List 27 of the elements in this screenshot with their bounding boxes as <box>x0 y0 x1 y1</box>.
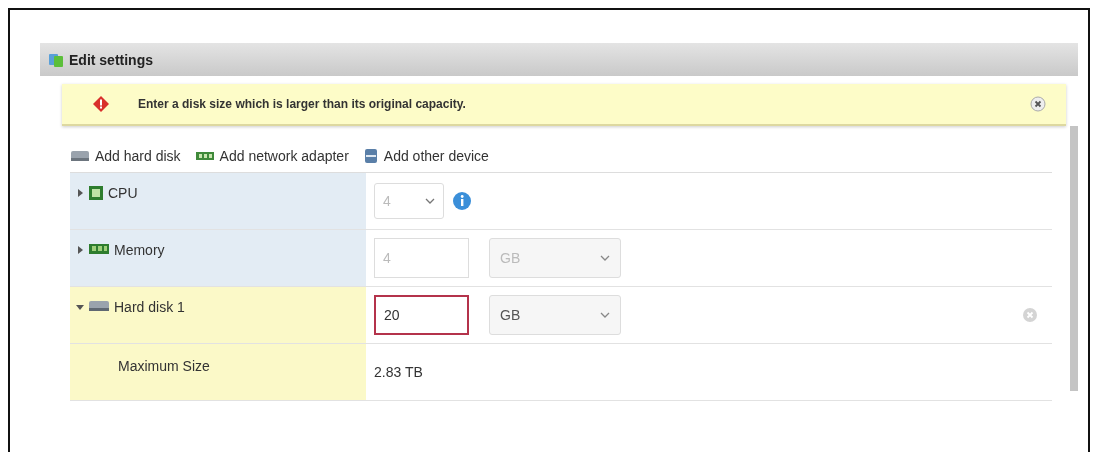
caret-icon[interactable] <box>76 189 84 197</box>
caret-icon[interactable] <box>76 303 84 311</box>
row-label: Memory <box>114 242 165 258</box>
chevron-down-icon <box>425 198 435 204</box>
close-icon[interactable] <box>1030 96 1046 112</box>
network-card-icon <box>194 149 215 163</box>
scrollbar[interactable] <box>1070 126 1078 391</box>
row-label: CPU <box>108 185 138 201</box>
row-label: Maximum Size <box>118 358 210 374</box>
vm-icon <box>48 51 64 68</box>
toolbar-button[interactable]: Add hard disk <box>70 146 181 166</box>
chip-icon <box>88 185 104 201</box>
unit-dropdown[interactable]: GB <box>489 295 621 335</box>
error-icon <box>92 95 110 113</box>
info-icon[interactable] <box>452 191 472 211</box>
memory-icon <box>88 242 110 256</box>
chevron-down-icon <box>600 255 610 261</box>
device-icon <box>362 148 379 164</box>
max-size-value: 2.83 TB <box>374 363 423 382</box>
toolbar-button[interactable]: Add other device <box>362 146 489 166</box>
row-label: Hard disk 1 <box>114 299 185 315</box>
alert-message: Enter a disk size which is larger than its original capacity. <box>138 97 466 111</box>
size-input-field[interactable]: 20 <box>374 295 469 335</box>
window-title: Edit settings <box>69 51 153 68</box>
toolbar-button[interactable]: Add network adapter <box>194 146 349 166</box>
caret-icon[interactable] <box>76 246 84 254</box>
chevron-down-icon <box>600 312 610 318</box>
